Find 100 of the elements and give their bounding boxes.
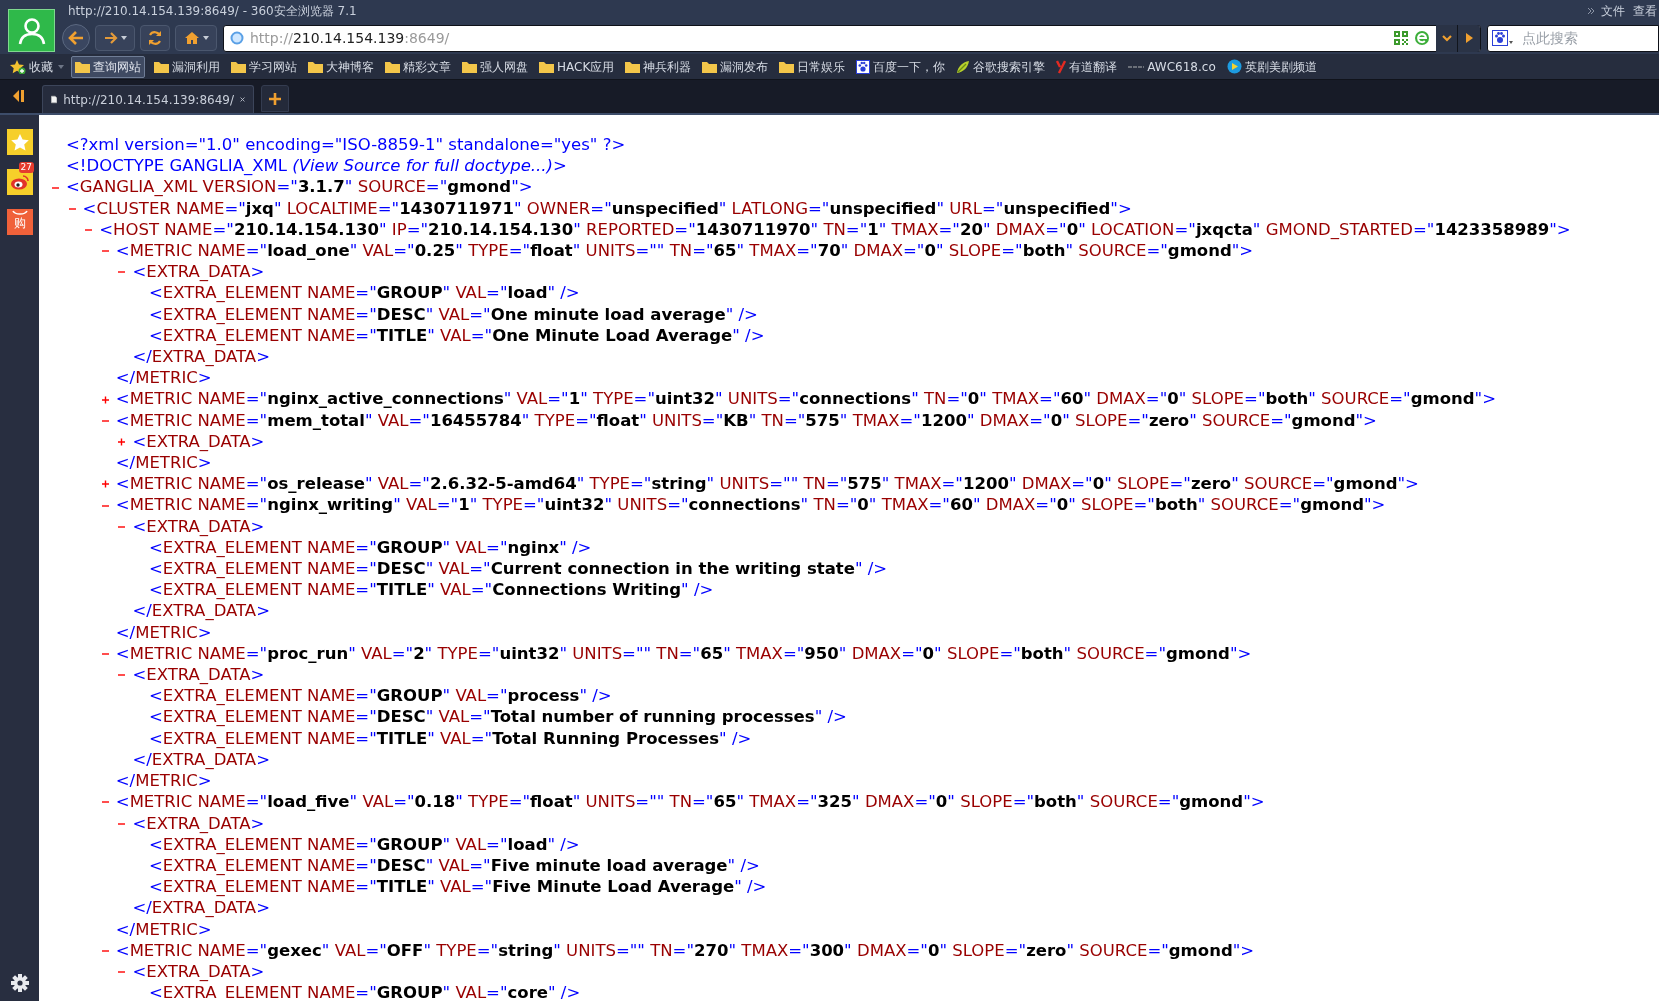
caret-icon xyxy=(120,36,127,40)
forward-button[interactable] xyxy=(95,25,135,51)
xml-closing-tag: </METRIC> xyxy=(115,918,212,940)
xml-tag-line: <EXTRA_ELEMENT NAME="GROUP" VAL="nginx" /> xyxy=(149,536,592,559)
eye-logo-icon xyxy=(9,174,30,190)
xml-tag-line: <EXTRA_ELEMENT NAME="TITLE" VAL="Five Minute Load Average" /> xyxy=(149,876,767,898)
chevron-icon[interactable] xyxy=(1587,7,1595,15)
e-logo-icon[interactable] xyxy=(1414,30,1430,46)
bookmark-link[interactable]: 百度一下，你 xyxy=(854,55,948,78)
xml-tag-line: <METRIC NAME="gexec" VAL="OFF" TYPE="string" UNITS="" TN="270" TMAX="300" DMAX="0" SLOPE="zero" SOURCE="gmond"> xyxy=(115,939,1255,961)
arrow-right-icon xyxy=(103,32,118,44)
bookmark-folder[interactable]: 强人网盘 xyxy=(460,55,530,78)
plus-icon[interactable] xyxy=(100,394,110,404)
folder-icon xyxy=(625,60,641,73)
xml-tag-line: <CLUSTER NAME="jxq" LOCALTIME="1430711971" OWNER="unspecified" LATLONG="unspecified" URL="unspecified"> xyxy=(82,197,1132,219)
avatar-icon[interactable] xyxy=(8,9,55,52)
new-tab-button[interactable] xyxy=(261,85,289,112)
go-button[interactable] xyxy=(1458,24,1480,52)
qr-code-icon[interactable] xyxy=(1394,31,1408,45)
globe-icon xyxy=(230,31,244,45)
xml-closing-tag: </EXTRA_DATA> xyxy=(132,346,270,368)
xml-tag-line: <GANGLIA_XML VERSION="3.1.7" SOURCE="gmond"> xyxy=(66,176,533,198)
bookmark-link[interactable]: 英剧美剧频道 xyxy=(1224,55,1319,78)
caret-icon[interactable] xyxy=(58,64,64,69)
xml-closing-tag: </METRIC> xyxy=(115,367,212,389)
xml-tag-line: <HOST NAME="210.14.154.130" IP="210.14.154.130" REPORTED="1430711970" TN="1" TMAX="20" DMAX="0" LOCATION="jxqcta" GMOND_STARTED="1423358989"> xyxy=(99,218,1571,240)
plus-icon[interactable] xyxy=(100,479,110,489)
close-icon[interactable] xyxy=(239,95,245,104)
xml-tag-line: <EXTRA_ELEMENT NAME="GROUP" VAL="process" /> xyxy=(149,685,612,707)
home-icon xyxy=(183,31,200,45)
bag-handle-icon xyxy=(11,210,28,216)
folder-icon xyxy=(154,60,169,73)
xml-tag-line: <EXTRA_DATA> xyxy=(132,664,265,686)
xml-closing-tag: </METRIC> xyxy=(115,770,212,792)
bookmark-folder[interactable]: 学习网站 xyxy=(229,55,299,78)
favorites-button[interactable] xyxy=(6,129,33,155)
folder-icon xyxy=(702,60,718,73)
xml-tag-line: <METRIC NAME="nginx_writing" VAL="1" TYPE="uint32" UNITS="connections" TN="0" TMAX="60" DMAX="0" SLOPE="both" SOURCE="gmond"> xyxy=(115,494,1386,516)
xml-tag-line: <EXTRA_ELEMENT NAME="TITLE" VAL="One Minute Load Average" /> xyxy=(149,324,765,347)
count-badge: 27 xyxy=(18,162,34,173)
bookmark-link[interactable]: AWC618.co xyxy=(1126,55,1218,78)
bookmark-folder[interactable]: 大神博客 xyxy=(306,55,376,78)
weibo-button[interactable] xyxy=(6,169,33,195)
xml-tag-line: <EXTRA_ELEMENT NAME="GROUP" VAL="load" /> xyxy=(149,282,580,304)
play-arrow-icon xyxy=(1465,33,1473,43)
window-title: http://210.14.154.139:8649/ - 360安全浏览器 7.1 xyxy=(68,3,357,20)
bookmark-link[interactable]: 谷歌搜索引擎 xyxy=(954,55,1048,78)
xml-tag-line: <METRIC NAME="load_one" VAL="0.25" TYPE="float" UNITS="" TN="65" TMAX="70" DMAX="0" SLOPE="both" SOURCE="gmond"> xyxy=(115,240,1254,262)
menu-item[interactable]: 文件 xyxy=(1601,2,1625,20)
bookmark-folder[interactable]: 日常娱乐 xyxy=(777,55,848,78)
bookmark-folder[interactable]: 精彩文章 xyxy=(383,55,453,78)
refresh-icon xyxy=(147,30,163,46)
home-button[interactable] xyxy=(175,25,217,51)
folder-icon xyxy=(385,60,400,73)
folder-icon xyxy=(308,60,323,73)
plus-icon[interactable] xyxy=(117,436,127,446)
browser-tab[interactable]: http://210.14.154.139:8649/ xyxy=(42,85,254,113)
bookmark-folder[interactable]: 漏洞发布 xyxy=(700,55,771,78)
star-icon xyxy=(10,59,26,74)
xml-closing-tag: </EXTRA_DATA> xyxy=(132,897,270,919)
xml-tag-line: <EXTRA_ELEMENT NAME="TITLE" VAL="Connections Writing" /> xyxy=(149,579,714,601)
y-logo-icon xyxy=(1056,59,1067,74)
leaf-icon xyxy=(956,59,971,74)
folder-icon xyxy=(539,60,554,73)
bookmark-folder[interactable]: 神兵利器 xyxy=(623,55,694,78)
xml-tag-line: <METRIC NAME="nginx_active_connections" VAL="1" TYPE="uint32" UNITS="connections" TN="0" TMAX="60" DMAX="0" SLOPE="both" SOURCE="gmond"> xyxy=(115,388,1496,410)
xml-tag-line: <METRIC NAME="proc_run" VAL="2" TYPE="uint32" UNITS="" TN="65" TMAX="950" DMAX="0" SLOPE="both" SOURCE="gmond"> xyxy=(115,642,1252,665)
xml-tag-line: <EXTRA_ELEMENT NAME="DESC" VAL="One minute load average" /> xyxy=(149,303,758,325)
xml-tag-line: <METRIC NAME="mem_total" VAL="16455784" TYPE="float" UNITS="KB" TN="575" TMAX="1200" DMAX="0" SLOPE="zero" SOURCE="gmond"> xyxy=(115,409,1377,431)
bookmark-folder[interactable]: 漏洞利用 xyxy=(152,55,222,78)
menu-item[interactable]: 查看 xyxy=(1633,2,1657,20)
paw-icon[interactable] xyxy=(1492,29,1514,46)
xml-tag-line: <EXTRA_ELEMENT NAME="DESC" VAL="Current connection in the writing state" /> xyxy=(149,558,888,580)
xml-tag-line: <EXTRA_ELEMENT NAME="TITLE" VAL="Total Running Processes" /> xyxy=(149,727,752,749)
folder-icon xyxy=(231,60,246,73)
star-icon xyxy=(10,133,29,151)
page-icon xyxy=(51,93,58,106)
dropdown-button[interactable] xyxy=(1436,24,1458,52)
bookmark-link[interactable]: 有道翻译 xyxy=(1054,55,1120,78)
xml-tag-line: <EXTRA_DATA> xyxy=(132,812,265,834)
xml-tag-line: <EXTRA_DATA> xyxy=(132,515,265,537)
bookmark-folder[interactable]: HACK应用 xyxy=(537,55,617,78)
xml-closing-tag: </METRIC> xyxy=(115,452,212,474)
address-field[interactable]: http://210.14.154.139:8649/ xyxy=(223,24,1481,52)
search-field[interactable]: 点此搜索 xyxy=(1487,24,1659,52)
arrow-left-icon xyxy=(68,31,84,45)
plus-icon xyxy=(268,91,282,106)
settings-icon[interactable] xyxy=(9,973,30,993)
xml-tag-line: <METRIC NAME="load_five" VAL="0.18" TYPE="float" UNITS="" TN="65" TMAX="325" DMAX="0" SLOPE="both" SOURCE="gmond"> xyxy=(115,791,1265,813)
xml-tag-line: <EXTRA_ELEMENT NAME="DESC" VAL="Total number of running processes" /> xyxy=(149,706,847,728)
bookmark-link[interactable]: 收藏 xyxy=(8,55,55,78)
xml-prolog-line: <!DOCTYPE GANGLIA_XML (View Source for full doctype...)> xyxy=(66,155,567,177)
dash-icon xyxy=(1128,63,1145,70)
back-button[interactable] xyxy=(62,24,90,52)
xml-tag-line: <METRIC NAME="os_release" VAL="2.6.32-5-amd64" TYPE="string" UNITS="" TN="575" TMAX="1200" DMAX="0" SLOPE="zero" SOURCE="gmond"> xyxy=(115,473,1419,495)
xml-tag-line: <EXTRA_ELEMENT NAME="DESC" VAL="Five minute load average" /> xyxy=(149,854,760,877)
bookmark-folder[interactable]: 查询网站 xyxy=(71,55,145,78)
xml-tag-line: <EXTRA_ELEMENT NAME="GROUP" VAL="core" /> xyxy=(149,982,581,1001)
refresh-button[interactable] xyxy=(140,25,170,51)
play-icon xyxy=(1226,59,1242,74)
